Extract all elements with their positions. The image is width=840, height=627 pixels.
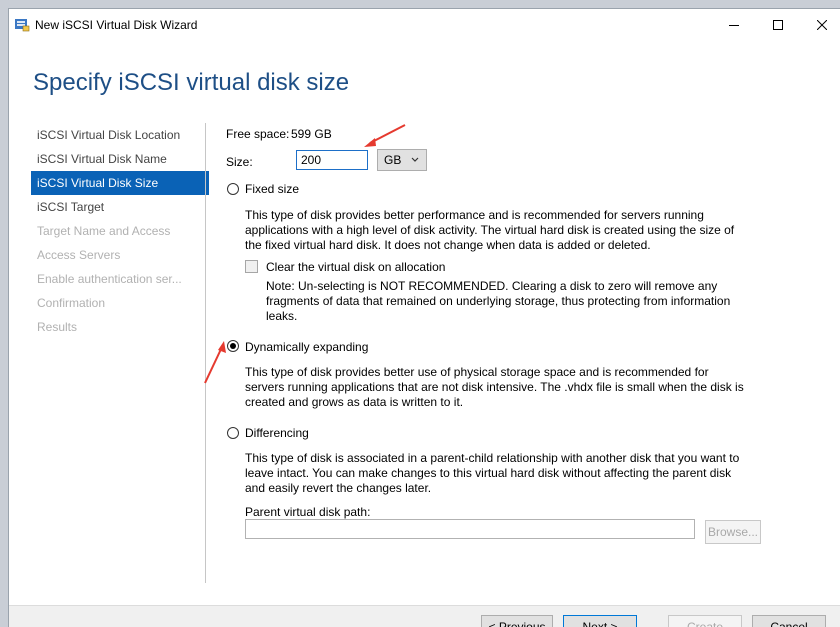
size-input[interactable]: 200 xyxy=(296,150,368,170)
previous-button[interactable]: < Previous xyxy=(481,615,553,627)
free-space-label: Free space: xyxy=(226,127,290,141)
differencing-description: This type of disk is associated in a par… xyxy=(245,451,740,495)
maximize-icon xyxy=(773,20,783,30)
next-button[interactable]: Next > xyxy=(563,615,637,627)
nav-item-disk-size[interactable]: iSCSI Virtual Disk Size xyxy=(31,171,209,195)
minimize-button[interactable] xyxy=(714,9,754,41)
fixed-size-description: This type of disk provides better perfor… xyxy=(245,208,735,252)
free-space-value: 599 GB xyxy=(291,127,332,141)
title-bar: New iSCSI Virtual Disk Wizard xyxy=(9,9,840,41)
unit-value: GB xyxy=(384,153,402,167)
annotation-arrow-size xyxy=(364,124,406,147)
footer-bar: < Previous Next > Create Cancel xyxy=(9,605,840,627)
nav-item-disk-name[interactable]: iSCSI Virtual Disk Name xyxy=(31,147,209,171)
nav-item-enable-authentication: Enable authentication ser... xyxy=(37,272,182,286)
window-title: New iSCSI Virtual Disk Wizard xyxy=(35,18,198,32)
nav-item-access-servers: Access Servers xyxy=(37,248,121,262)
fixed-size-label[interactable]: Fixed size xyxy=(245,182,299,196)
maximize-button[interactable] xyxy=(758,9,798,41)
minimize-icon xyxy=(729,25,739,26)
server-manager-icon xyxy=(15,19,30,32)
annotation-arrow-dynamic xyxy=(204,341,226,384)
close-button[interactable] xyxy=(802,9,840,41)
nav-item-target-name-access: Target Name and Access xyxy=(37,224,171,238)
nav-item-confirmation: Confirmation xyxy=(37,296,106,310)
unit-dropdown[interactable]: GB xyxy=(377,149,427,171)
cancel-button[interactable]: Cancel xyxy=(752,615,826,627)
browse-button: Browse... xyxy=(705,520,761,544)
differencing-label[interactable]: Differencing xyxy=(245,426,309,440)
size-label: Size: xyxy=(226,155,253,169)
wizard-window: New iSCSI Virtual Disk Wizard Specify iS… xyxy=(8,8,840,627)
fixed-size-radio[interactable] xyxy=(227,183,239,195)
nav-item-disk-location[interactable]: iSCSI Virtual Disk Location xyxy=(31,123,209,147)
radio-selected-dot xyxy=(230,343,236,349)
clear-disk-note: Note: Un-selecting is NOT RECOMMENDED. C… xyxy=(266,279,731,323)
chevron-down-icon xyxy=(411,157,419,162)
close-icon xyxy=(817,20,827,30)
nav-item-results: Results xyxy=(37,320,78,334)
clear-disk-label[interactable]: Clear the virtual disk on allocation xyxy=(266,260,445,274)
parent-path-label: Parent virtual disk path: xyxy=(245,505,371,519)
nav-item-iscsi-target[interactable]: iSCSI Target xyxy=(31,195,209,219)
dynamically-expanding-label[interactable]: Dynamically expanding xyxy=(245,340,368,354)
wizard-step-list: iSCSI Virtual Disk Location iSCSI Virtua… xyxy=(31,123,209,339)
page-title: Specify iSCSI virtual disk size xyxy=(33,69,350,96)
create-button: Create xyxy=(668,615,742,627)
differencing-radio[interactable] xyxy=(227,427,239,439)
dynamically-expanding-description: This type of disk provides better use of… xyxy=(245,365,744,409)
parent-path-input xyxy=(245,519,695,539)
clear-disk-checkbox[interactable] xyxy=(245,260,258,273)
